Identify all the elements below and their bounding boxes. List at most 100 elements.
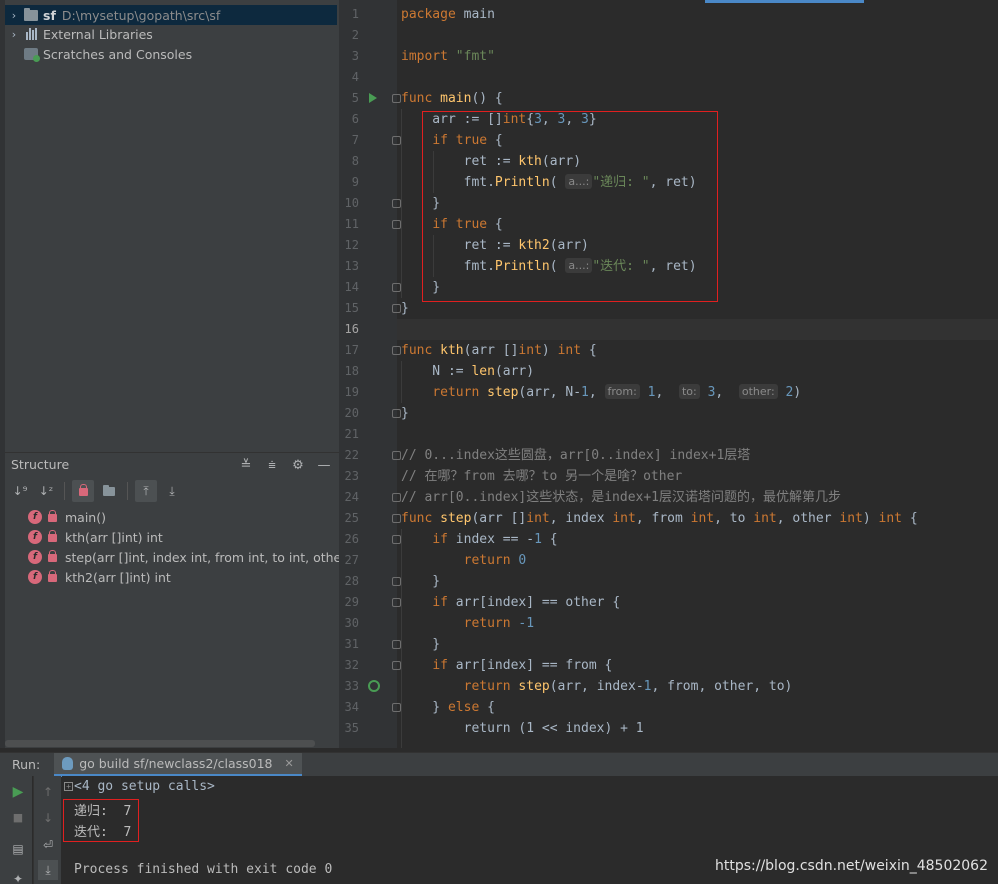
fold-marker-icon[interactable]	[392, 451, 401, 460]
line-number: 20	[344, 406, 359, 420]
run-header: Run: go build sf/newclass2/class018 ✕	[0, 752, 998, 777]
line-number-current: 16	[344, 322, 359, 336]
run-main-icon[interactable]	[369, 93, 377, 103]
arrow-up-icon[interactable]: ↑	[38, 782, 58, 802]
comment-line: // arr[0..index]这些状态，是index+1层汉诺塔问题的，最优解…	[401, 490, 842, 505]
code-line: }	[401, 301, 409, 316]
code-line: }	[401, 637, 441, 652]
code-line: return (1 << index) + 1	[401, 721, 644, 736]
fold-marker-icon[interactable]	[392, 703, 401, 712]
setup-calls-fold[interactable]: + <4 go setup calls>	[64, 779, 215, 794]
scratches-label: Scratches and Consoles	[43, 46, 193, 62]
parameter-hint: to:	[678, 384, 700, 399]
chevron-right-icon[interactable]: ›	[5, 9, 23, 22]
fold-marker-icon[interactable]	[392, 577, 401, 586]
line-number: 30	[344, 616, 359, 630]
chevron-right-icon[interactable]: ›	[5, 28, 23, 41]
sort-alphabetically-icon[interactable]: ↓ᶻ	[35, 480, 57, 502]
structure-toolbar: ↓⁹ ↓ᶻ ⤒ ⤓	[5, 478, 339, 504]
fold-marker-icon[interactable]	[392, 661, 401, 670]
tree-item-scratches[interactable]: Scratches and Consoles	[5, 44, 337, 64]
scroll-to-end-icon[interactable]: ⤓	[38, 860, 58, 880]
stop-icon[interactable]: ■	[8, 807, 28, 827]
line-number: 6	[351, 112, 359, 126]
fold-marker-icon[interactable]	[392, 346, 401, 355]
line-number: 21	[344, 427, 359, 441]
line-number: 26	[344, 532, 359, 546]
autoscroll-to-source-icon[interactable]: ⤒	[135, 480, 157, 502]
fold-marker-icon[interactable]	[392, 199, 401, 208]
structure-item-kth2[interactable]: f kth2(arr []int) int	[28, 567, 171, 587]
code-line: }	[401, 574, 441, 589]
code-line: } else {	[401, 700, 495, 715]
line-number: 24	[344, 490, 359, 504]
autoscroll-from-source-icon[interactable]: ⤓	[161, 480, 183, 502]
code-line: import "fmt"	[401, 49, 495, 64]
fold-marker-icon[interactable]	[392, 136, 401, 145]
function-icon: f	[28, 530, 42, 544]
fold-marker-icon[interactable]	[392, 283, 401, 292]
expand-icon[interactable]: +	[64, 782, 73, 791]
lock-icon	[48, 570, 57, 582]
code-editor[interactable]: 1 2 3 4 5 6 7 8 9 10 11 12 13 14 15 16 1…	[339, 0, 998, 748]
root-path: D:\mysetup\gopath\src\sf	[61, 7, 221, 23]
code-line: func step(arr []int, index int, from int…	[401, 511, 918, 526]
recursive-call-icon	[368, 680, 380, 692]
expand-all-icon[interactable]: ≚	[237, 456, 255, 474]
fold-marker-icon[interactable]	[392, 640, 401, 649]
line-number: 13	[344, 259, 359, 273]
minimize-icon[interactable]: —	[315, 456, 333, 474]
line-number: 35	[344, 721, 359, 735]
tree-item-external-libraries[interactable]: › External Libraries	[5, 24, 337, 44]
close-icon[interactable]: ✕	[285, 757, 294, 770]
fold-marker-icon[interactable]	[392, 220, 401, 229]
line-number: 25	[344, 511, 359, 525]
parameter-hint: from:	[604, 384, 640, 399]
lock-icon	[48, 530, 57, 542]
tool-window-strip	[0, 0, 5, 748]
sort-by-visibility-icon[interactable]: ↓⁹	[9, 480, 31, 502]
line-number: 15	[344, 301, 359, 315]
show-folder-icon[interactable]	[98, 480, 120, 502]
editor-tab-indicator	[705, 0, 864, 3]
fold-marker-icon[interactable]	[392, 409, 401, 418]
code-line: func kth(arr []int) int {	[401, 343, 597, 358]
show-private-lock-icon[interactable]	[72, 480, 94, 502]
fold-marker-icon[interactable]	[392, 304, 401, 313]
layout-icon[interactable]: ▤	[8, 839, 28, 859]
line-number: 31	[344, 637, 359, 651]
line-number: 28	[344, 574, 359, 588]
collapse-all-icon[interactable]: ⩧	[263, 456, 281, 474]
structure-item-step[interactable]: f step(arr []int, index int, from int, t…	[28, 547, 367, 567]
lock-icon	[48, 510, 57, 522]
parameter-hint: other:	[738, 384, 778, 399]
tree-item-root[interactable]: › sf D:\mysetup\gopath\src\sf	[5, 5, 337, 25]
line-number: 12	[344, 238, 359, 252]
fold-marker-icon[interactable]	[392, 493, 401, 502]
code-line: return 0	[463, 553, 527, 568]
pin-icon[interactable]: ✦	[8, 869, 28, 884]
line-number: 19	[344, 385, 359, 399]
line-number: 7	[351, 133, 359, 147]
fold-marker-icon[interactable]	[392, 535, 401, 544]
structure-header: Structure ≚ ⩧ ⚙ —	[5, 452, 339, 476]
run-tab-title: go build sf/newclass2/class018	[79, 755, 273, 771]
structure-item-main[interactable]: f main()	[28, 507, 106, 527]
function-icon: f	[28, 550, 42, 564]
run-config-tab[interactable]: go build sf/newclass2/class018 ✕	[54, 752, 302, 777]
fold-marker-icon[interactable]	[392, 514, 401, 523]
watermark: https://blog.csdn.net/weixin_48502062	[714, 858, 988, 874]
structure-title: Structure	[11, 457, 70, 472]
line-number: 18	[344, 364, 359, 378]
rerun-icon[interactable]: ▶	[8, 782, 28, 802]
soft-wrap-icon[interactable]: ⏎	[38, 835, 58, 855]
fold-marker-icon[interactable]	[392, 598, 401, 607]
structure-scrollbar[interactable]	[5, 740, 315, 747]
line-number: 27	[344, 553, 359, 567]
structure-item-label: kth(arr []int) int	[65, 529, 163, 545]
arrow-down-icon[interactable]: ↓	[38, 808, 58, 828]
fold-marker-icon[interactable]	[392, 94, 401, 103]
structure-item-kth[interactable]: f kth(arr []int) int	[28, 527, 163, 547]
code-line: if arr[index] == other {	[432, 595, 621, 610]
gear-icon[interactable]: ⚙	[289, 456, 307, 474]
